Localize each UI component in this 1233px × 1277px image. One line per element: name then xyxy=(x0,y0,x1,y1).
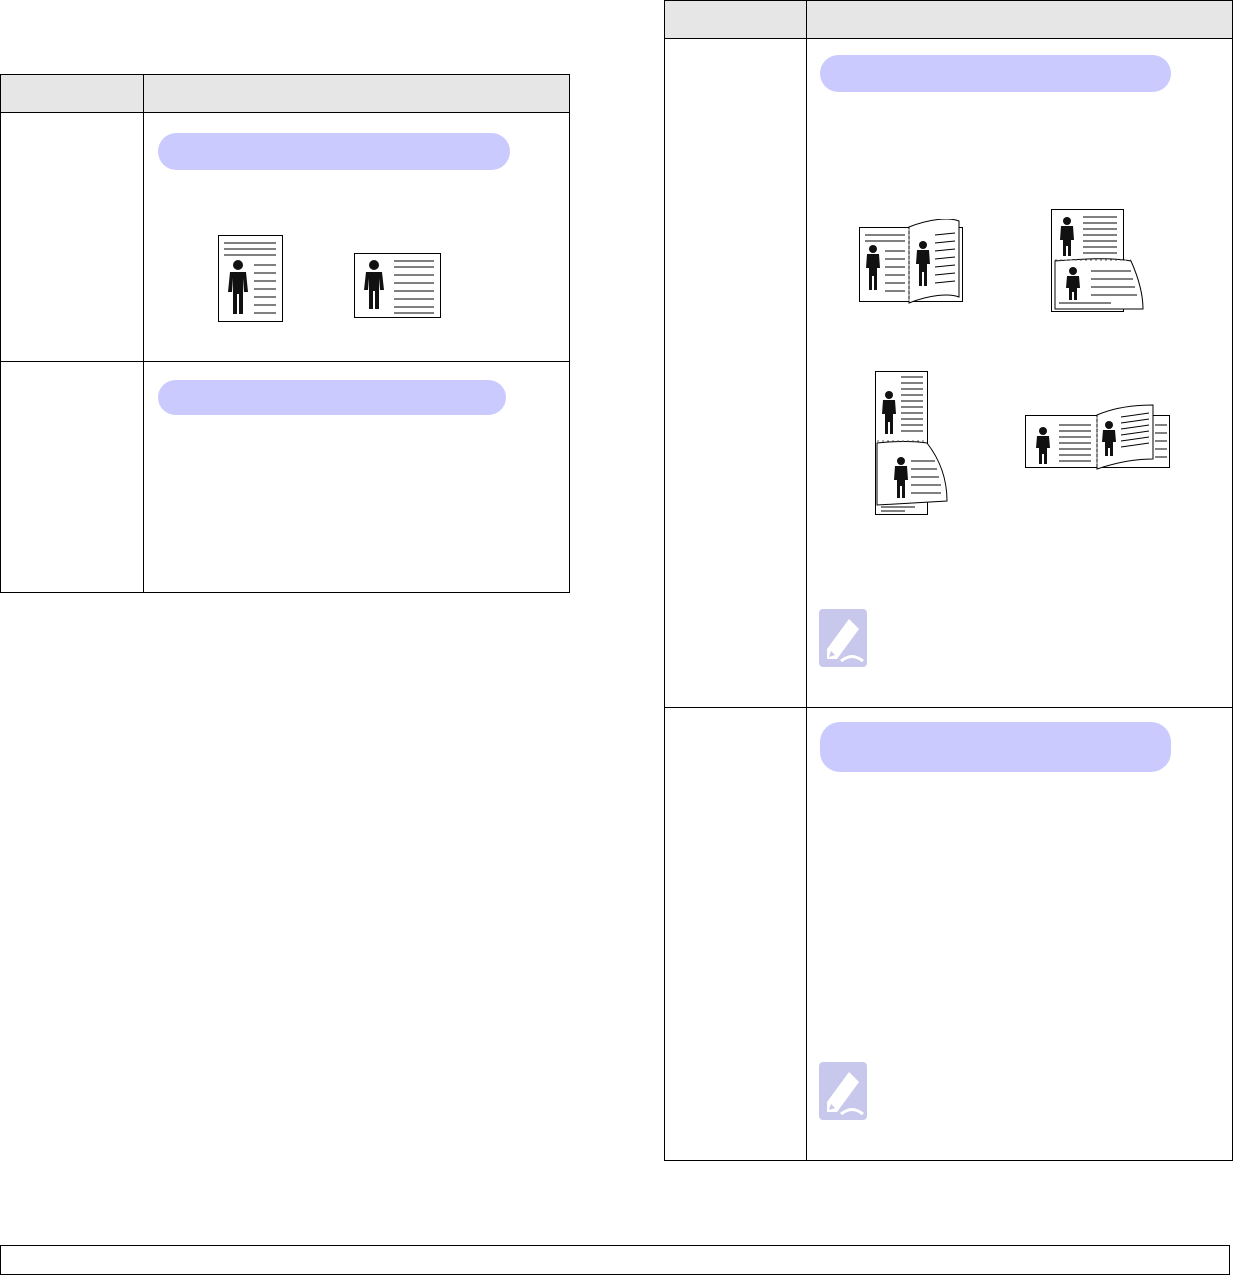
row-label xyxy=(664,38,807,708)
row-label xyxy=(0,112,144,362)
note-pencil-icon xyxy=(819,609,867,667)
page-footer xyxy=(0,1245,1230,1275)
header-cell-description xyxy=(806,0,1233,39)
header-cell-option xyxy=(0,74,144,113)
table-row xyxy=(0,112,570,362)
duplex-short-edge-portrait-icon xyxy=(1051,209,1144,312)
option-pill xyxy=(820,722,1171,772)
note-pencil-icon xyxy=(819,1062,867,1120)
row-content xyxy=(143,361,570,593)
option-pill xyxy=(158,380,506,415)
landscape-page-icon xyxy=(354,253,441,318)
duplex-short-edge-landscape-icon xyxy=(1025,404,1170,470)
row-label xyxy=(664,707,807,1161)
row-content xyxy=(143,112,570,362)
portrait-page-icon xyxy=(218,235,283,322)
row-content xyxy=(806,707,1233,1161)
duplex-long-edge-landscape-icon xyxy=(875,371,948,515)
row-label xyxy=(0,361,144,593)
option-pill xyxy=(820,55,1171,92)
table-row xyxy=(664,38,1233,708)
row-content xyxy=(806,38,1233,708)
header-cell-option xyxy=(664,0,807,39)
table-row xyxy=(0,361,570,593)
right-options-table xyxy=(664,0,1233,1161)
table-header-row xyxy=(0,74,570,113)
table-header-row xyxy=(664,0,1233,39)
duplex-long-edge-portrait-icon xyxy=(859,219,963,304)
option-pill xyxy=(158,133,510,170)
left-options-table xyxy=(0,74,570,593)
header-cell-description xyxy=(143,74,570,113)
table-row xyxy=(664,707,1233,1161)
